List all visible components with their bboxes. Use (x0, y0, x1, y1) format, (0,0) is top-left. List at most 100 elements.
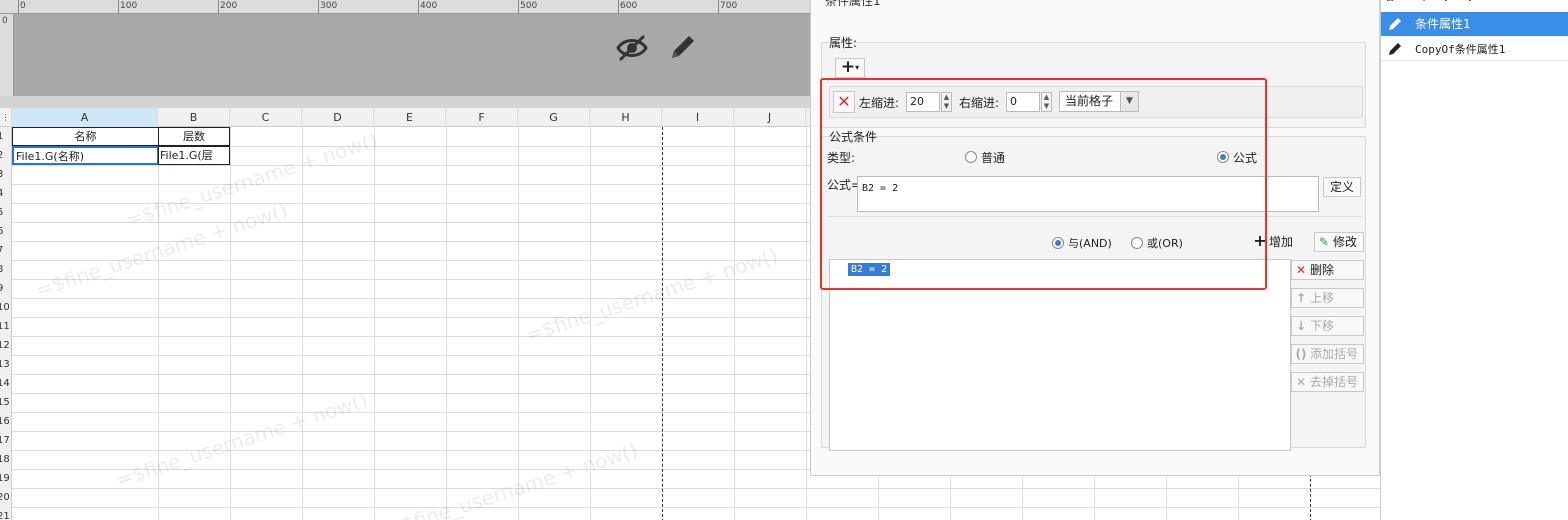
formula-label: 公式= (827, 178, 862, 192)
scope-select[interactable]: 当前格子 ▼ (1059, 91, 1139, 112)
row-header-cell[interactable]: 13 (0, 355, 12, 374)
row-header-cell[interactable]: 7 (0, 241, 12, 260)
row-header-cell[interactable]: 14 (0, 374, 12, 393)
ruler-tick-label: 0 (2, 16, 8, 26)
close-icon[interactable]: ✕ (1495, 0, 1505, 3)
cell-b2[interactable]: File1.G(层 (158, 146, 230, 165)
arrow-up-icon: ↑ (1295, 291, 1307, 305)
type-label: 类型: (827, 151, 856, 165)
delete-label: 删除 (1310, 263, 1335, 277)
column-header-a[interactable]: A (12, 108, 158, 127)
move-icon[interactable]: ↓ (1465, 0, 1475, 4)
row-header-cell[interactable]: 12 (0, 336, 12, 355)
right-indent-label: 右缩进: (959, 96, 1000, 110)
right-indent-input[interactable]: 0 (1006, 92, 1040, 112)
column-header-f[interactable]: F (446, 108, 518, 127)
vertical-ruler: 0 (0, 14, 14, 96)
row-header-cell[interactable]: 15 (0, 393, 12, 412)
row-header-cell[interactable]: 3 (0, 165, 12, 184)
ruler-tick (318, 0, 319, 14)
remove-bracket-button[interactable]: ✕ 去掉括号 (1291, 372, 1364, 392)
cell-a2[interactable]: File1.G(名称) (12, 146, 159, 165)
move-down-button[interactable]: ↓ 下移 (1291, 316, 1364, 336)
remove-attribute-button[interactable]: ✕ (833, 91, 855, 113)
row-header-cell[interactable]: 9 (0, 279, 12, 298)
column-header-d[interactable]: D (302, 108, 374, 127)
add-bracket-button[interactable]: () 添加括号 (1291, 344, 1364, 364)
row-header: 1 2 3 4 5 6 7 8 9 10 11 12 13 14 15 16 1… (0, 127, 12, 520)
and-radio[interactable] (1052, 237, 1064, 249)
column-header-b[interactable]: B (158, 108, 230, 127)
row-header-cell[interactable]: 10 (0, 298, 12, 317)
row-header-cell[interactable]: 5 (0, 203, 12, 222)
add-bracket-label: 添加括号 (1310, 347, 1359, 361)
plus-icon: + (840, 57, 856, 77)
condition-item[interactable]: B2 = 2 (848, 263, 891, 276)
or-label: 或(OR) (1147, 237, 1183, 250)
ruler-tick (618, 0, 619, 14)
column-header-h[interactable]: H (590, 108, 662, 127)
ruler-tick (718, 0, 719, 14)
move-up-button[interactable]: ↑ 上移 (1291, 288, 1364, 308)
row-header-cell[interactable]: 8 (0, 260, 12, 279)
page-break-line (662, 127, 663, 520)
arrow-down-icon: ↓ (1295, 319, 1307, 333)
formula-input[interactable]: B2 = 2 (857, 176, 1319, 212)
condition-list[interactable]: B2 = 2 (829, 259, 1291, 451)
or-radio[interactable] (1131, 237, 1143, 249)
arrow-up-icon[interactable]: ↑ (1419, 0, 1429, 4)
row-header-cell[interactable]: 1 (0, 127, 12, 146)
pencil-icon[interactable] (664, 30, 700, 66)
condition-list-item-label: CopyOf条件属性1 (1415, 43, 1506, 56)
ruler-tick-label: 200 (220, 1, 238, 11)
column-header-i[interactable]: I (662, 108, 734, 127)
panel-toolbar: ⧉ ↑ ↓ ↓ ✕ (1381, 0, 1568, 8)
condition-list-item[interactable]: 条件属性1 (1381, 12, 1568, 36)
add-condition-label: 增加 (1269, 235, 1294, 249)
ruler-tick (518, 0, 519, 14)
left-indent-stepper[interactable]: ▲ ▼ (941, 92, 952, 112)
row-header-cell[interactable]: 21 (0, 507, 12, 520)
row-header-cell[interactable]: 18 (0, 450, 12, 469)
row-header-cell[interactable]: 16 (0, 412, 12, 431)
row-header-cell[interactable]: 17 (0, 431, 12, 450)
row-header-cell[interactable]: 6 (0, 222, 12, 241)
add-condition-button[interactable]: + 增加 (1251, 232, 1301, 252)
condition-attribute-dialog: 条件属性1 属性: +▾ ✕ 左缩进: 20 ▲ ▼ 右缩进: 0 ▲ ▼ 当前格子… (810, 0, 1380, 476)
condition-list-item[interactable]: CopyOf条件属性1 (1381, 37, 1568, 61)
type-formula-radio[interactable] (1217, 151, 1229, 163)
type-normal-radio[interactable] (965, 151, 977, 163)
modify-label: 修改 (1333, 235, 1358, 249)
copy-icon[interactable]: ⧉ (1385, 0, 1394, 5)
column-header-c[interactable]: C (230, 108, 302, 127)
delete-button[interactable]: ✕ 删除 (1291, 260, 1364, 280)
row-header-cell[interactable]: 4 (0, 184, 12, 203)
cell-b1[interactable]: 层数 (158, 127, 230, 146)
ruler-tick-label: 400 (420, 1, 438, 11)
add-attribute-button[interactable]: +▾ (835, 58, 865, 78)
cell-a1[interactable]: 名称 (12, 127, 159, 146)
ruler-tick (218, 0, 219, 14)
right-indent-stepper[interactable]: ▲ ▼ (1041, 92, 1052, 112)
column-header-e[interactable]: E (374, 108, 446, 127)
define-button[interactable]: 定义 (1323, 177, 1361, 197)
type-normal-label: 普通 (981, 151, 1006, 165)
left-indent-input[interactable]: 20 (906, 92, 940, 112)
arrow-down-icon[interactable]: ↓ (1441, 0, 1451, 4)
ruler-tick (418, 0, 419, 14)
plus-icon: + (1253, 231, 1267, 250)
column-header-g[interactable]: G (518, 108, 590, 127)
remove-bracket-icon: ✕ (1295, 375, 1307, 389)
row-header-cell[interactable]: 2 (0, 146, 12, 165)
eye-slash-icon[interactable] (614, 30, 650, 66)
bracket-icon: () (1295, 347, 1307, 361)
row-header-cell[interactable]: 11 (0, 317, 12, 336)
corner-cell[interactable]: ⋮ (0, 108, 12, 127)
close-icon: ✕ (837, 92, 851, 111)
row-header-cell[interactable]: 19 (0, 469, 12, 488)
row-header-cell[interactable]: 20 (0, 488, 12, 507)
modify-button[interactable]: ✎ 修改 (1314, 232, 1364, 252)
column-header-j[interactable]: J (734, 108, 806, 127)
chevron-down-icon: ▾ (855, 63, 860, 72)
watermark: =$fine_username + now() (522, 242, 781, 348)
